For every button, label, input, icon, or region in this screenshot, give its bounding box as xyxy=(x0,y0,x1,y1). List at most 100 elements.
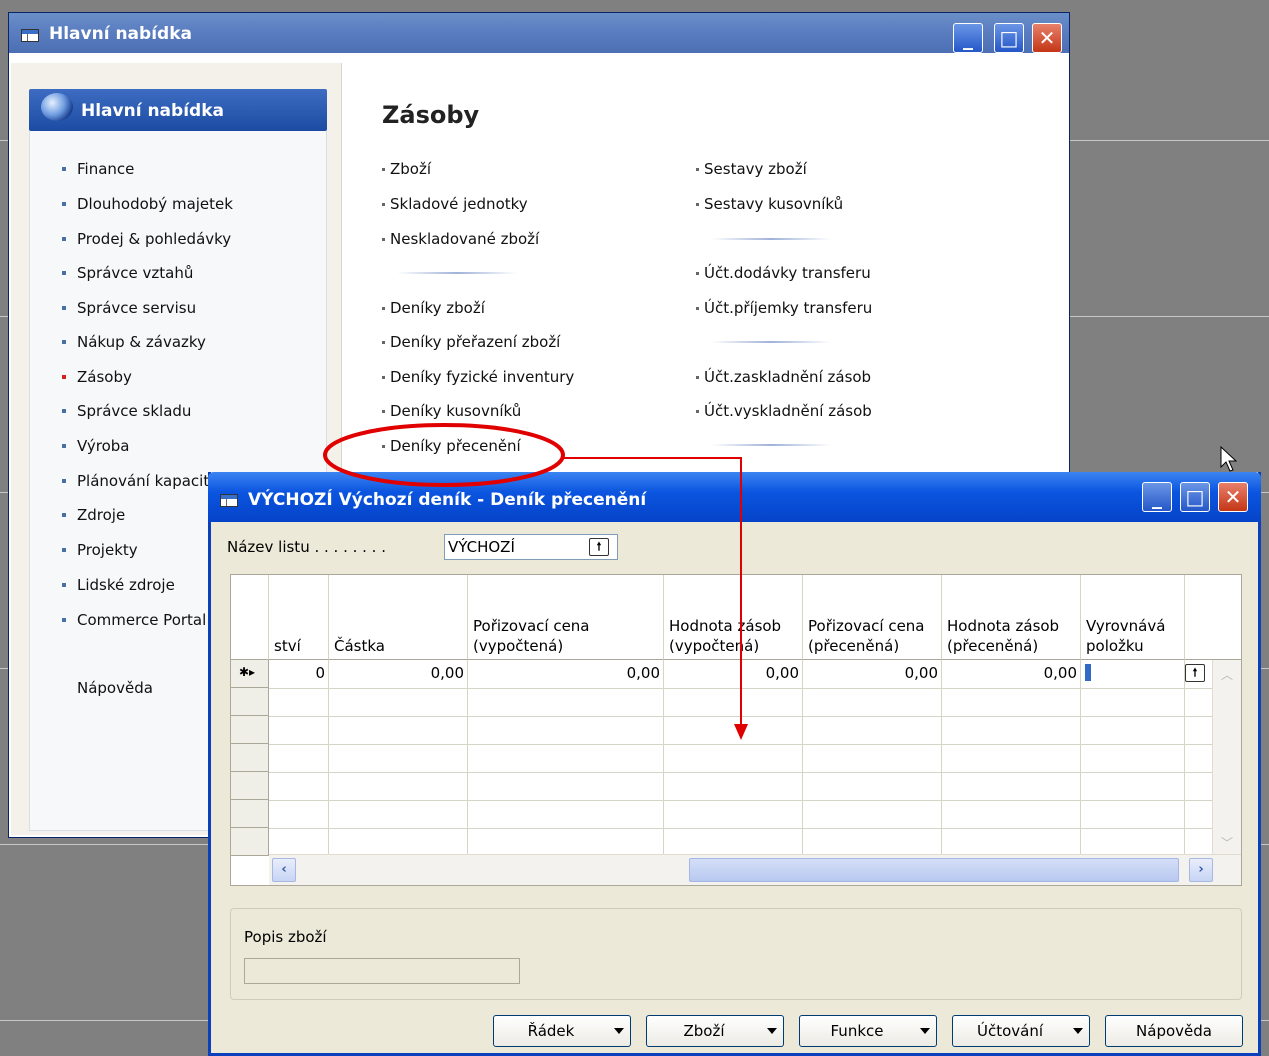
row-selector[interactable] xyxy=(231,800,269,828)
cell-unit-cost-calculated[interactable]: 0,00 xyxy=(468,664,660,682)
bullet-icon xyxy=(696,410,699,413)
nav-item-service[interactable]: Správce servisu xyxy=(62,299,196,317)
link-item-reports[interactable]: Sestavy zboží xyxy=(696,160,807,178)
revaluation-journal-window: VÝCHOZÍ Výchozí deník - Deník přecenění … xyxy=(208,472,1261,1056)
minimize-icon[interactable]: _ xyxy=(953,23,983,53)
grid-row-line xyxy=(231,688,1213,689)
grid-column xyxy=(329,660,468,855)
journal-window-titlebar[interactable]: VÝCHOZÍ Výchozí deník - Deník přecenění … xyxy=(208,472,1261,522)
close-icon[interactable]: ✕ xyxy=(1032,23,1062,53)
maximize-icon[interactable]: □ xyxy=(994,23,1024,53)
grid-header-applies-to-entry[interactable]: Vyrovnává položku xyxy=(1081,575,1185,660)
main-window-titlebar[interactable]: Hlavní nabídka _ □ ✕ xyxy=(9,13,1069,53)
scroll-down-icon[interactable]: ﹀ xyxy=(1221,834,1233,851)
link-inventory-putaways[interactable]: Účt.zaskladnění zásob xyxy=(696,368,871,386)
maximize-icon[interactable]: □ xyxy=(1180,482,1210,512)
nav-item-finance[interactable]: Finance xyxy=(62,160,134,178)
link-item-journals[interactable]: Deníky zboží xyxy=(382,299,485,317)
nav-item-warehouse[interactable]: Správce skladu xyxy=(62,402,191,420)
grid-header-quantity[interactable]: ství xyxy=(269,575,329,660)
row-selector[interactable] xyxy=(231,688,269,716)
bullet-icon xyxy=(382,410,385,413)
functions-menu-button[interactable]: Funkce xyxy=(799,1015,937,1047)
link-transfer-receipts[interactable]: Účt.příjemky transferu xyxy=(696,299,872,317)
grid-row-line xyxy=(231,772,1213,773)
grid-header-amount[interactable]: Částka xyxy=(329,575,468,660)
link-bom-reports[interactable]: Sestavy kusovníků xyxy=(696,195,843,213)
item-menu-button[interactable]: Zboží xyxy=(646,1015,784,1047)
link-nonstock-items[interactable]: Neskladované zboží xyxy=(382,230,539,248)
separator xyxy=(711,341,831,343)
horizontal-scrollbar[interactable]: ‹ › xyxy=(269,854,1241,885)
grid-row-line xyxy=(231,800,1213,801)
horizontal-scroll-thumb[interactable] xyxy=(689,858,1179,882)
cell-unit-cost-revalued[interactable]: 0,00 xyxy=(803,664,938,682)
grid-column xyxy=(803,660,942,855)
posting-menu-button[interactable]: Účtování xyxy=(952,1015,1090,1047)
row-selector[interactable] xyxy=(231,716,269,744)
grid-column xyxy=(664,660,803,855)
nav-item-relationship[interactable]: Správce vztahů xyxy=(62,264,193,282)
nav-item-manufacturing[interactable]: Výroba xyxy=(62,437,129,455)
cell-inventory-value-calculated[interactable]: 0,00 xyxy=(664,664,799,682)
vertical-scrollbar[interactable]: ︿ ﹀ xyxy=(1212,660,1241,855)
row-selector-current[interactable]: ✱▸ xyxy=(231,660,269,688)
link-phys-inventory-journals[interactable]: Deníky fyzické inventury xyxy=(382,368,574,386)
row-selector[interactable] xyxy=(231,744,269,772)
batch-name-field[interactable]: VÝCHOZÍ 🠕 xyxy=(444,534,618,560)
journal-lines-grid: ství Částka Pořizovací cena (vypočtená) … xyxy=(230,574,1242,886)
main-window-title: Hlavní nabídka xyxy=(49,24,192,44)
link-reclass-journals[interactable]: Deníky přeřazení zboží xyxy=(382,333,560,351)
section-title: Zásoby xyxy=(382,101,480,129)
scroll-right-icon[interactable]: › xyxy=(1189,858,1213,882)
dropdown-arrow-icon xyxy=(614,1028,624,1034)
link-stockkeeping-units[interactable]: Skladové jednotky xyxy=(382,195,528,213)
item-description-label: Popis zboží xyxy=(244,928,327,946)
text-cursor xyxy=(1085,664,1091,681)
bullet-icon xyxy=(62,548,66,552)
link-items[interactable]: Zboží xyxy=(382,160,431,178)
globe-icon xyxy=(41,93,73,121)
nav-item-projects[interactable]: Projekty xyxy=(62,541,138,559)
grid-header-unit-cost-calculated[interactable]: Pořizovací cena (vypočtená) xyxy=(468,575,664,660)
bullet-icon xyxy=(62,202,66,206)
nav-item-inventory[interactable]: Zásoby xyxy=(62,368,132,386)
minimize-icon[interactable]: _ xyxy=(1142,482,1172,512)
row-selector[interactable] xyxy=(231,828,269,856)
link-bom-journals[interactable]: Deníky kusovníků xyxy=(382,402,521,420)
bullet-icon xyxy=(62,237,66,241)
bullet-icon xyxy=(62,618,66,622)
grid-header-inventory-value-calculated[interactable]: Hodnota zásob (vypočtená) xyxy=(664,575,803,660)
link-revaluation-journals[interactable]: Deníky přecenění xyxy=(382,437,521,455)
nav-item-capacity[interactable]: Plánování kapacit xyxy=(62,472,209,490)
bullet-icon xyxy=(382,307,385,310)
nav-item-hr[interactable]: Lidské zdroje xyxy=(62,576,175,594)
bullet-icon xyxy=(62,271,66,275)
nav-item-resources[interactable]: Zdroje xyxy=(62,506,125,524)
nav-item-commerce-portal[interactable]: Commerce Portal xyxy=(62,611,206,629)
nav-item-fixed-assets[interactable]: Dlouhodobý majetek xyxy=(62,195,233,213)
nav-item-purchase[interactable]: Nákup & závazky xyxy=(62,333,206,351)
grid-header-unit-cost-revalued[interactable]: Pořizovací cena (přeceněná) xyxy=(803,575,942,660)
row-selector[interactable] xyxy=(231,772,269,800)
scroll-left-icon[interactable]: ‹ xyxy=(272,858,296,882)
scroll-up-icon[interactable]: ︿ xyxy=(1221,666,1233,683)
bullet-icon xyxy=(62,409,66,413)
link-inventory-picks[interactable]: Účt.vyskladnění zásob xyxy=(696,402,872,420)
lookup-arrow-icon[interactable]: 🠕 xyxy=(589,538,609,556)
lookup-arrow-icon[interactable]: 🠕 xyxy=(1185,664,1205,682)
cell-inventory-value-revalued[interactable]: 0,00 xyxy=(942,664,1077,682)
navigation-pane-title: Hlavní nabídka xyxy=(81,101,224,121)
close-icon[interactable]: ✕ xyxy=(1218,482,1248,512)
grid-header-filler xyxy=(1185,575,1241,660)
grid-column xyxy=(468,660,664,855)
link-transfer-shipments[interactable]: Účt.dodávky transferu xyxy=(696,264,871,282)
nav-item-sales[interactable]: Prodej & pohledávky xyxy=(62,230,231,248)
cell-quantity[interactable]: 0 xyxy=(269,664,325,682)
grid-header-inventory-value-revalued[interactable]: Hodnota zásob (přeceněná) xyxy=(942,575,1081,660)
help-button[interactable]: Nápověda xyxy=(1105,1015,1243,1047)
nav-help-link[interactable]: Nápověda xyxy=(77,679,153,697)
separator xyxy=(397,272,517,274)
cell-amount[interactable]: 0,00 xyxy=(329,664,464,682)
line-menu-button[interactable]: Řádek xyxy=(493,1015,631,1047)
